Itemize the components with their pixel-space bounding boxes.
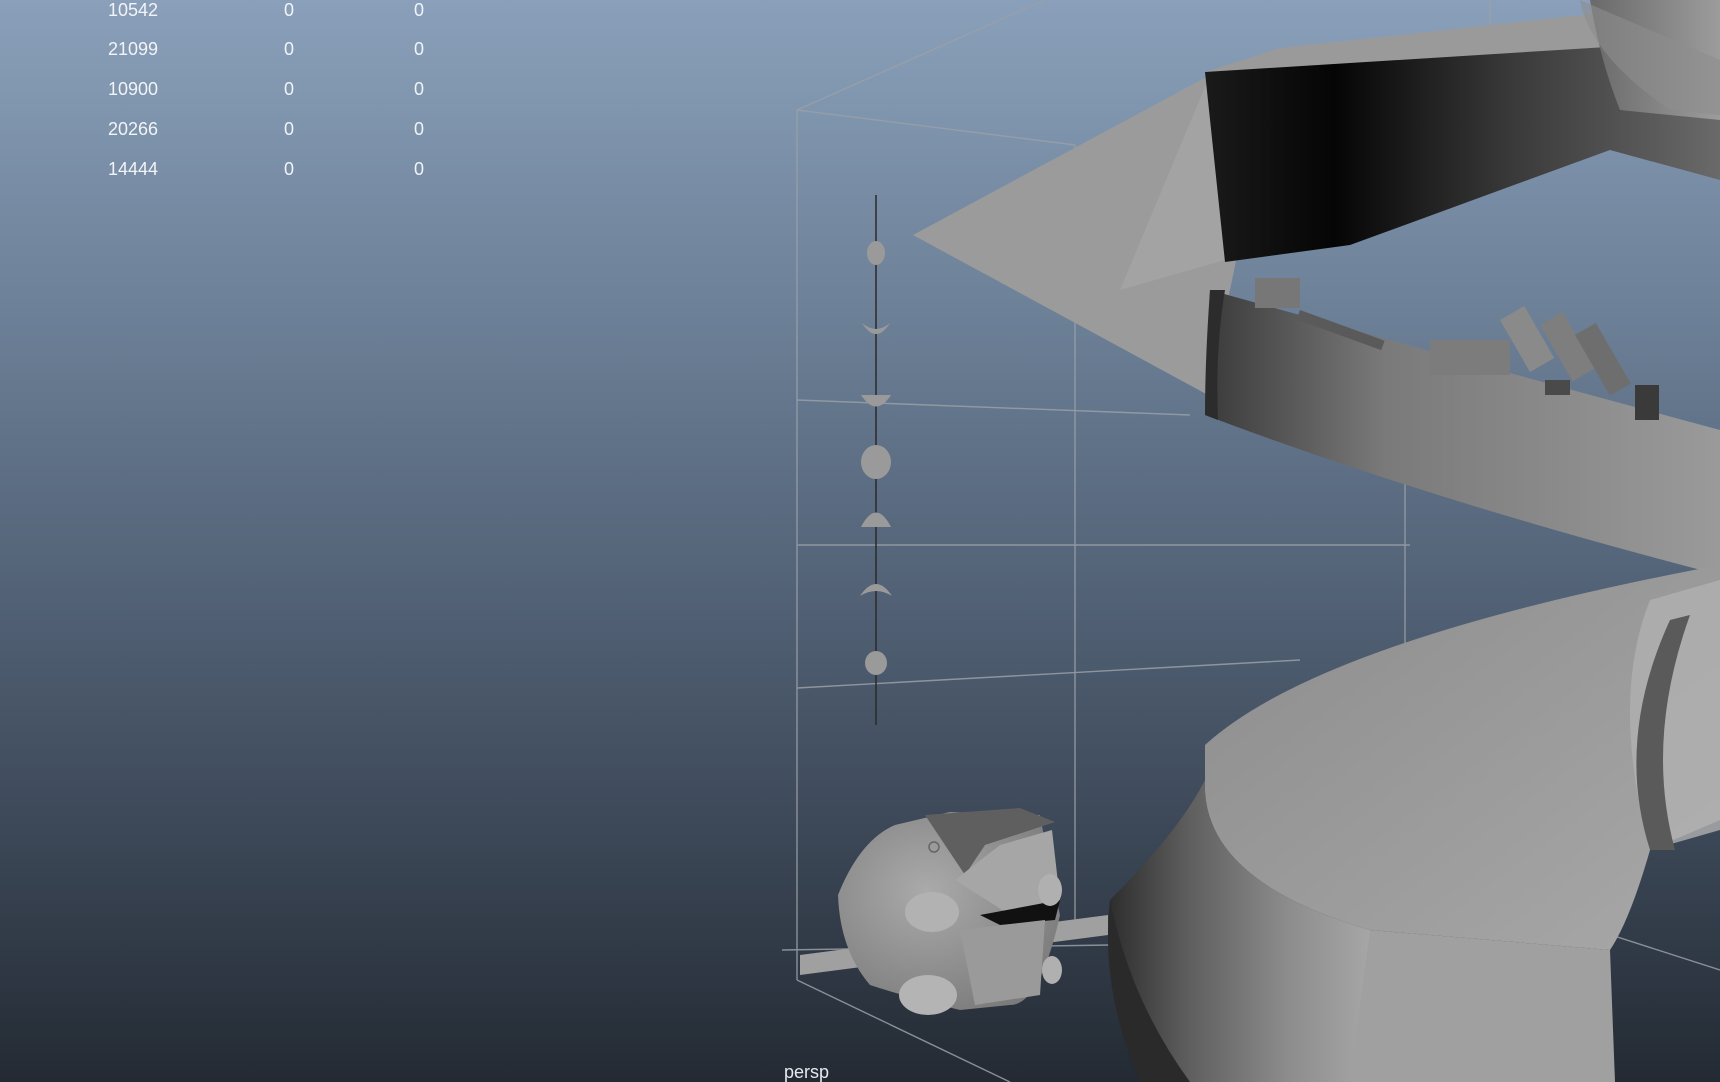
hud-col2: 0	[283, 39, 294, 59]
lower-ribbon-mesh	[1108, 565, 1720, 1082]
hud-col2: 0	[283, 79, 294, 99]
helmet-mesh	[800, 808, 1108, 1015]
hud-col3: 0	[413, 0, 424, 20]
hud-row: 20266 0 0	[0, 119, 480, 149]
hud-count: 20266	[107, 119, 158, 139]
hud-col3: 0	[413, 119, 424, 139]
hud-count: 10542	[107, 0, 158, 20]
upper-ribbon-mesh	[913, 0, 1720, 575]
joint-chain	[860, 195, 892, 725]
hud-count: 14444	[107, 159, 158, 179]
hud-col3: 0	[413, 39, 424, 59]
hud-col3: 0	[413, 79, 424, 99]
hud-col2: 0	[283, 159, 294, 179]
hud-col3: 0	[413, 159, 424, 179]
hud-row: 10900 0 0	[0, 79, 480, 109]
hud-col2: 0	[283, 0, 294, 20]
hud-row: 14444 0 0	[0, 159, 480, 189]
hud-row: 21099 0 0	[0, 39, 480, 69]
hud-row: 10542 0 0	[0, 0, 480, 30]
hud-count: 21099	[107, 39, 158, 59]
camera-name-label: persp	[784, 1062, 830, 1082]
hud-col2: 0	[283, 119, 294, 139]
hud-count: 10900	[107, 79, 158, 99]
3d-viewport[interactable]: 10542 0 0 21099 0 0 10900 0 0 20266 0 0 …	[0, 0, 1720, 1082]
